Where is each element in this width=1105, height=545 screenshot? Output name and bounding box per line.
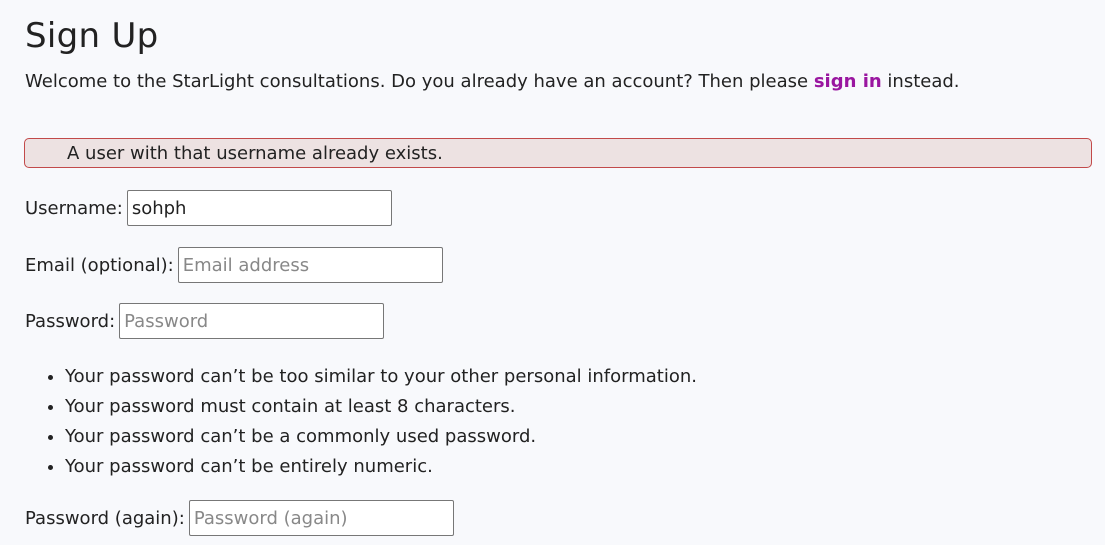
- password-help-list: Your password can’t be too similar to yo…: [25, 362, 697, 482]
- username-row: Username:: [25, 190, 392, 226]
- intro-before: Welcome to the StarLight consultations. …: [25, 71, 814, 92]
- password-help-item: Your password can’t be too similar to yo…: [65, 362, 697, 392]
- password-help-item: Your password can’t be a commonly used p…: [65, 422, 697, 452]
- intro-text: Welcome to the StarLight consultations. …: [25, 71, 960, 92]
- username-label: Username:: [25, 197, 123, 219]
- username-input[interactable]: [126, 190, 392, 226]
- email-row: Email (optional):: [25, 247, 443, 283]
- error-message: A user with that username already exists…: [67, 143, 443, 164]
- password-row: Password:: [25, 303, 385, 339]
- password-label: Password:: [25, 310, 116, 332]
- password-again-label: Password (again):: [25, 507, 185, 529]
- error-alert: A user with that username already exists…: [24, 138, 1092, 168]
- intro-after: instead.: [881, 71, 960, 92]
- password-again-input[interactable]: [188, 500, 454, 536]
- email-label: Email (optional):: [25, 254, 174, 276]
- password-help-item: Your password can’t be entirely numeric.: [65, 452, 697, 482]
- email-input[interactable]: [177, 247, 443, 283]
- password-again-row: Password (again):: [25, 500, 454, 536]
- page-title: Sign Up: [25, 16, 159, 56]
- password-input[interactable]: [119, 303, 385, 339]
- sign-in-link[interactable]: sign in: [814, 71, 882, 92]
- password-help-item: Your password must contain at least 8 ch…: [65, 392, 697, 422]
